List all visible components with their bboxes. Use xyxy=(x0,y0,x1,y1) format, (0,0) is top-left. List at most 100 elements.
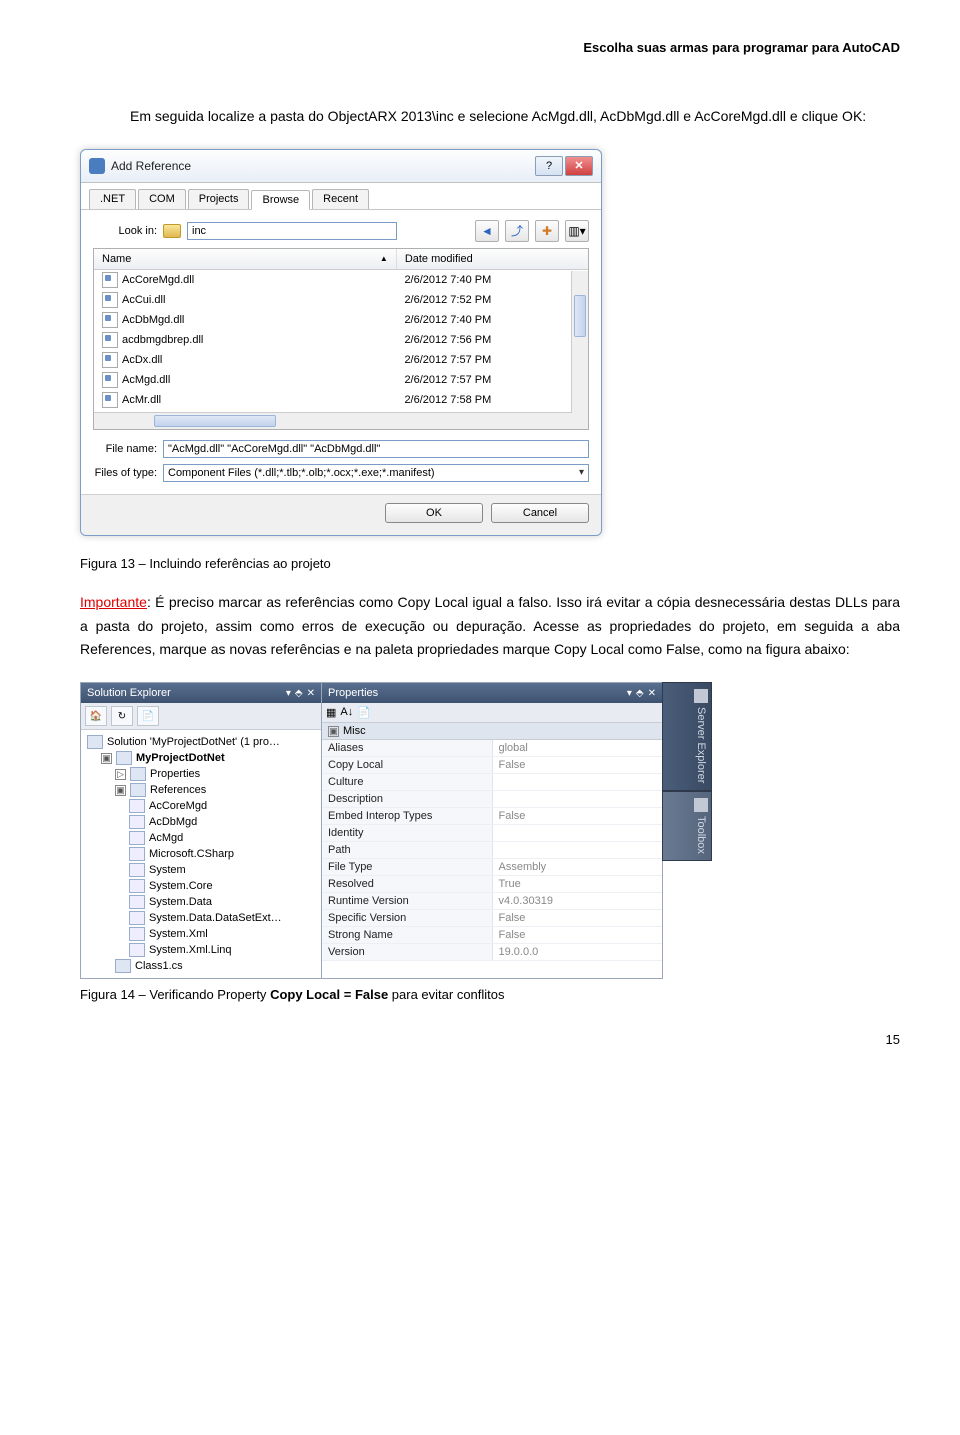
prop-row[interactable]: Aliasesglobal xyxy=(322,740,662,757)
col-header-date[interactable]: Date modified xyxy=(397,249,588,269)
help-button[interactable]: ? xyxy=(535,156,563,176)
prop-row[interactable]: Identity xyxy=(322,825,662,842)
tree-class-file[interactable]: Class1.cs xyxy=(87,958,315,974)
tree-ref-item[interactable]: AcCoreMgd xyxy=(87,798,315,814)
file-icon xyxy=(102,272,118,288)
dialog-titlebar: Add Reference ? ✕ xyxy=(81,150,601,183)
file-icon xyxy=(102,332,118,348)
server-icon xyxy=(694,689,708,703)
file-row[interactable]: AcCoreMgd.dll2/6/2012 7:40 PM xyxy=(94,270,588,290)
ok-button[interactable]: OK xyxy=(385,503,483,523)
categorized-icon[interactable]: ▦ xyxy=(326,706,336,719)
file-icon xyxy=(102,292,118,308)
tree-ref-item[interactable]: Microsoft.CSharp xyxy=(87,846,315,862)
cancel-button[interactable]: Cancel xyxy=(491,503,589,523)
pin-icon[interactable]: ⬘ xyxy=(636,688,644,699)
file-row[interactable]: AcDbMgd.dll2/6/2012 7:40 PM xyxy=(94,310,588,330)
filetype-combo[interactable]: Component Files (*.dll;*.tlb;*.olb;*.ocx… xyxy=(163,464,589,482)
server-explorer-tab[interactable]: Server Explorer xyxy=(662,682,712,790)
solution-explorer-panel: Solution Explorer ▾ ⬘ ✕ 🏠 ↻ 📄 Solution '… xyxy=(80,682,322,979)
properties-panel: Properties ▾ ⬘ ✕ ▦ A↓ 📄 ▣Misc Aliasesglo… xyxy=(321,682,663,979)
file-row[interactable]: AcMgd.dll2/6/2012 7:57 PM xyxy=(94,370,588,390)
prop-row[interactable]: Copy LocalFalse xyxy=(322,757,662,774)
tab-com[interactable]: COM xyxy=(138,189,186,209)
tree-ref-item[interactable]: System.Data xyxy=(87,894,315,910)
tree-ref-item[interactable]: AcMgd xyxy=(87,830,315,846)
tree-properties[interactable]: ▷Properties xyxy=(87,766,315,782)
tab-browse[interactable]: Browse xyxy=(251,190,310,210)
page-header: Escolha suas armas para programar para A… xyxy=(80,40,900,55)
solution-toolbar: 🏠 ↻ 📄 xyxy=(81,703,321,730)
solution-explorer-titlebar: Solution Explorer ▾ ⬘ ✕ xyxy=(81,683,321,703)
tree-ref-item[interactable]: System.Xml.Linq xyxy=(87,942,315,958)
file-row[interactable]: AcDx.dll2/6/2012 7:57 PM xyxy=(94,350,588,370)
file-icon xyxy=(102,312,118,328)
toolbox-tab[interactable]: Toolbox xyxy=(662,791,712,861)
toolbar-btn[interactable]: ↻ xyxy=(111,706,133,726)
page-number: 15 xyxy=(80,1032,900,1047)
filename-field[interactable]: "AcMgd.dll" "AcCoreMgd.dll" "AcDbMgd.dll… xyxy=(163,440,589,458)
prop-row[interactable]: Description xyxy=(322,791,662,808)
tree-ref-item[interactable]: System.Data.DataSetExt… xyxy=(87,910,315,926)
tree-ref-item[interactable]: System.Core xyxy=(87,878,315,894)
back-icon[interactable]: ◄ xyxy=(475,220,499,242)
file-row[interactable]: AcCui.dll2/6/2012 7:52 PM xyxy=(94,290,588,310)
figure-13-caption: Figura 13 – Incluindo referências ao pro… xyxy=(80,556,900,571)
tree-ref-item[interactable]: AcDbMgd xyxy=(87,814,315,830)
folder-icon xyxy=(163,224,181,238)
important-label: Importante xyxy=(80,594,147,610)
tab-recent[interactable]: Recent xyxy=(312,189,369,209)
toolbox-icon xyxy=(694,798,708,812)
file-listing: Name▲ Date modified AcCoreMgd.dll2/6/201… xyxy=(93,248,589,430)
prop-row[interactable]: Culture xyxy=(322,774,662,791)
file-row[interactable]: acdbmgdbrep.dll2/6/2012 7:56 PM xyxy=(94,330,588,350)
tab-net[interactable]: .NET xyxy=(89,189,136,209)
scrollbar-horizontal[interactable] xyxy=(94,412,572,429)
filetype-label: Files of type: xyxy=(93,467,157,479)
views-icon[interactable]: ▥▾ xyxy=(565,220,589,242)
prop-section-misc[interactable]: ▣Misc xyxy=(322,723,662,740)
prop-row[interactable]: Embed Interop TypesFalse xyxy=(322,808,662,825)
file-row[interactable]: AcMr.dll2/6/2012 7:58 PM xyxy=(94,390,588,410)
tree-ref-item[interactable]: System xyxy=(87,862,315,878)
prop-row[interactable]: ResolvedTrue xyxy=(322,876,662,893)
prop-pages-icon[interactable]: 📄 xyxy=(357,706,371,719)
side-tabs: Server Explorer Toolbox xyxy=(662,682,712,979)
dropdown-icon[interactable]: ▾ xyxy=(627,688,632,699)
file-icon xyxy=(102,352,118,368)
scrollbar-vertical[interactable] xyxy=(571,271,588,429)
link-icon xyxy=(89,158,105,174)
prop-row[interactable]: Specific VersionFalse xyxy=(322,910,662,927)
tab-projects[interactable]: Projects xyxy=(188,189,250,209)
solution-tree: Solution 'MyProjectDotNet' (1 pro… ▣MyPr… xyxy=(81,730,321,978)
prop-row[interactable]: Version19.0.0.0 xyxy=(322,944,662,961)
properties-titlebar: Properties ▾ ⬘ ✕ xyxy=(322,683,662,703)
lookin-label: Look in: xyxy=(93,225,157,237)
lookin-combo[interactable]: inc xyxy=(187,222,397,240)
dialog-title: Add Reference xyxy=(111,159,535,173)
tree-references[interactable]: ▣References xyxy=(87,782,315,798)
close-button[interactable]: ✕ xyxy=(565,156,593,176)
pin-icon[interactable]: ⬘ xyxy=(295,688,303,699)
prop-row[interactable]: File TypeAssembly xyxy=(322,859,662,876)
new-folder-icon[interactable]: ✚ xyxy=(535,220,559,242)
up-icon[interactable]: ⤴ xyxy=(505,220,529,242)
vs-panels: Solution Explorer ▾ ⬘ ✕ 🏠 ↻ 📄 Solution '… xyxy=(80,682,730,979)
add-reference-dialog: Add Reference ? ✕ .NET COM Projects Brow… xyxy=(80,149,602,536)
prop-row[interactable]: Strong NameFalse xyxy=(322,927,662,944)
intro-text: Em seguida localize a pasta do ObjectARX… xyxy=(80,105,900,129)
close-icon[interactable]: ✕ xyxy=(307,688,315,699)
tab-strip: .NET COM Projects Browse Recent xyxy=(81,183,601,209)
alpha-icon[interactable]: A↓ xyxy=(340,706,353,719)
property-grid: ▣Misc Aliasesglobal Copy LocalFalse Cult… xyxy=(322,723,662,961)
close-icon[interactable]: ✕ xyxy=(648,688,656,699)
tree-solution[interactable]: Solution 'MyProjectDotNet' (1 pro… xyxy=(87,734,315,750)
tree-project[interactable]: ▣MyProjectDotNet xyxy=(87,750,315,766)
col-header-name[interactable]: Name▲ xyxy=(94,249,397,269)
toolbar-btn[interactable]: 📄 xyxy=(137,706,159,726)
prop-row[interactable]: Runtime Versionv4.0.30319 xyxy=(322,893,662,910)
dropdown-icon[interactable]: ▾ xyxy=(286,688,291,699)
prop-row[interactable]: Path xyxy=(322,842,662,859)
toolbar-btn[interactable]: 🏠 xyxy=(85,706,107,726)
tree-ref-item[interactable]: System.Xml xyxy=(87,926,315,942)
